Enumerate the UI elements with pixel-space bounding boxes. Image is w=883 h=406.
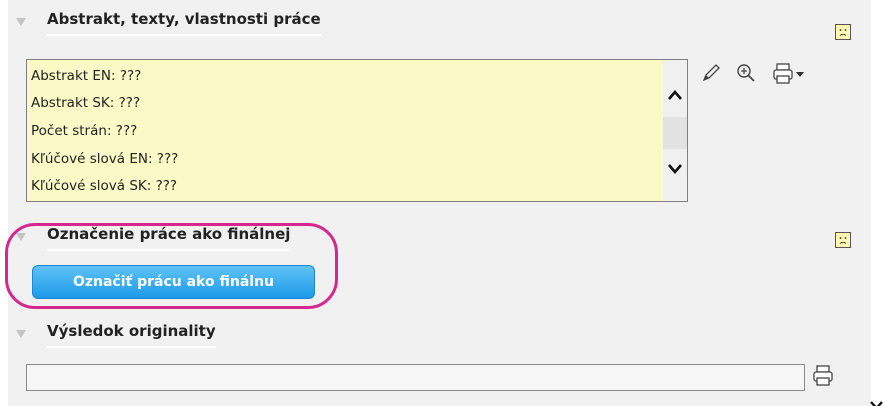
info-row-keywords-en: Kľúčové slová EN: ??? [31, 151, 179, 167]
scroll-thumb[interactable] [663, 117, 687, 149]
collapse-triangle-icon[interactable] [16, 18, 26, 26]
printer-icon[interactable] [812, 364, 834, 392]
abstract-info-box[interactable]: Abstrakt EN: ??? Abstrakt SK: ??? Počet … [26, 59, 688, 202]
info-row-page-count: Počet strán: ??? [31, 123, 138, 139]
sad-face-icon [835, 232, 851, 248]
collapse-triangle-icon[interactable] [16, 233, 26, 241]
pencil-icon[interactable] [700, 62, 722, 88]
originality-result-field[interactable] [26, 364, 805, 391]
section-header-originality[interactable]: Výsledok originality [8, 316, 871, 352]
page-root: Abstrakt, texty, vlastnosti práce Abstra… [0, 0, 883, 406]
chevron-down-icon[interactable] [870, 396, 883, 406]
section-title-originality: Výsledok originality [47, 322, 216, 348]
mark-final-button[interactable]: Označiť prácu ako finálnu [32, 265, 315, 299]
chevron-down-icon[interactable] [667, 160, 683, 179]
info-row-abstract-en: Abstrakt EN: ??? [31, 68, 142, 84]
info-scrollbar[interactable] [663, 60, 687, 201]
sad-face-icon [835, 24, 851, 40]
zoom-in-icon[interactable] [735, 62, 757, 88]
info-row-abstract-sk: Abstrakt SK: ??? [31, 95, 141, 111]
printer-icon[interactable] [772, 62, 806, 90]
section-header-abstract[interactable]: Abstrakt, texty, vlastnosti práce [8, 4, 871, 40]
info-row-keywords-sk: Kľúčové slová SK: ??? [31, 178, 178, 194]
section-header-final[interactable]: Označenie práce ako finálnej [8, 219, 871, 255]
section-title-abstract: Abstrakt, texty, vlastnosti práce [47, 10, 321, 36]
collapse-triangle-icon[interactable] [16, 330, 26, 338]
chevron-up-icon[interactable] [667, 86, 683, 105]
section-title-final: Označenie práce ako finálnej [47, 225, 291, 251]
